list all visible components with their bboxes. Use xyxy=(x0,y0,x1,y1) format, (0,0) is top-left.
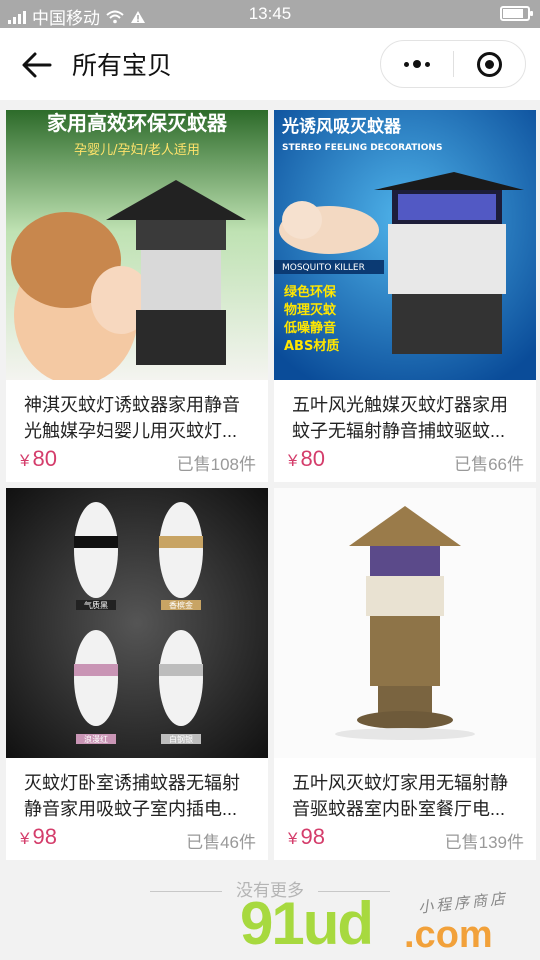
product-name: 五叶风光触媒灭蚊灯器家用蚊子无辐射静音捕蚊驱蚊... xyxy=(292,395,508,441)
watermark-logo: 91ud .com 小程序商店 xyxy=(240,888,540,960)
product-price: ¥80 xyxy=(20,446,57,472)
product-image: 家用高效环保灭蚊器 孕婴儿/孕妇/老人适用 xyxy=(6,110,268,380)
variant-label: 白钢银 xyxy=(169,734,193,744)
product-name: 灭蚊灯卧室诱捕蚊器无辐射静音家用吸蚊子室内插电... xyxy=(24,773,240,819)
feature-2: 物理灭蚊 xyxy=(284,302,337,318)
product-image xyxy=(274,488,536,758)
image-brand: MOSQUITO KILLER xyxy=(282,263,365,273)
product-image: MOSQUITO KILLER 光诱风吸灭蚊器 STEREO FEELING D… xyxy=(274,110,536,380)
watermark-main: 91ud xyxy=(240,890,374,957)
product-card[interactable]: MOSQUITO KILLER 光诱风吸灭蚊器 STEREO FEELING D… xyxy=(274,110,536,482)
sold-count: 已售46件 xyxy=(186,833,256,852)
arrow-left-icon[interactable] xyxy=(20,48,54,82)
image-subtext: STEREO FEELING DECORATIONS xyxy=(282,143,442,153)
sold-count: 已售108件 xyxy=(176,455,256,474)
page-title: 所有宝贝 xyxy=(72,52,173,80)
image-headline: 光诱风吸灭蚊器 xyxy=(281,116,402,137)
more-dots-icon xyxy=(403,60,430,68)
product-card[interactable]: 气质黑 香槟金 浪漫红 白钢银 灭蚊灯卧室诱捕蚊器无辐射静音家用吸蚊子室内插电.… xyxy=(6,488,268,860)
target-circle-icon xyxy=(476,51,502,77)
price-value: 80 xyxy=(300,446,325,471)
battery-fill xyxy=(503,9,524,18)
miniprogram-capsule xyxy=(380,40,526,88)
price-value: 98 xyxy=(32,824,57,849)
clock: 13:45 xyxy=(248,4,292,23)
price-value: 98 xyxy=(300,824,325,849)
variant-label: 香槟金 xyxy=(169,600,193,610)
more-button[interactable] xyxy=(381,41,453,87)
variant-label: 气质黑 xyxy=(84,600,108,610)
watermark-suffix: .com xyxy=(404,914,493,956)
product-price: ¥98 xyxy=(288,824,325,850)
image-subtext: 孕婴儿/孕妇/老人适用 xyxy=(74,142,200,158)
status-bar: 中国移动 13:45 xyxy=(0,0,540,28)
navigation-bar: 所有宝贝 xyxy=(0,28,540,100)
close-button[interactable] xyxy=(454,41,526,87)
price-value: 80 xyxy=(32,446,57,471)
product-price: ¥80 xyxy=(288,446,325,472)
feature-3: 低噪静音 xyxy=(283,320,336,336)
variant-label: 浪漫红 xyxy=(84,734,108,744)
product-image: 气质黑 香槟金 浪漫红 白钢银 xyxy=(6,488,268,758)
product-name: 五叶风灭蚊灯家用无辐射静音驱蚊器室内卧室餐厅电... xyxy=(292,773,508,819)
feature-4: ABS材质 xyxy=(284,338,339,354)
product-card[interactable]: 家用高效环保灭蚊器 孕婴儿/孕妇/老人适用 神淇灭蚊灯诱蚊器家用静音光触媒孕妇婴… xyxy=(6,110,268,482)
sold-count: 已售139件 xyxy=(444,833,524,852)
product-card[interactable]: 五叶风灭蚊灯家用无辐射静音驱蚊器室内卧室餐厅电... ¥98 已售139件 xyxy=(274,488,536,860)
feature-1: 绿色环保 xyxy=(284,284,337,300)
sold-count: 已售66件 xyxy=(454,455,524,474)
currency-symbol: ¥ xyxy=(20,829,30,848)
currency-symbol: ¥ xyxy=(288,451,298,470)
image-headline: 家用高效环保灭蚊器 xyxy=(47,111,228,135)
currency-symbol: ¥ xyxy=(288,829,298,848)
status-right xyxy=(500,6,533,21)
product-name: 神淇灭蚊灯诱蚊器家用静音光触媒孕妇婴儿用灭蚊灯... xyxy=(24,395,240,441)
battery-icon xyxy=(500,6,533,21)
currency-symbol: ¥ xyxy=(20,451,30,470)
product-price: ¥98 xyxy=(20,824,57,850)
